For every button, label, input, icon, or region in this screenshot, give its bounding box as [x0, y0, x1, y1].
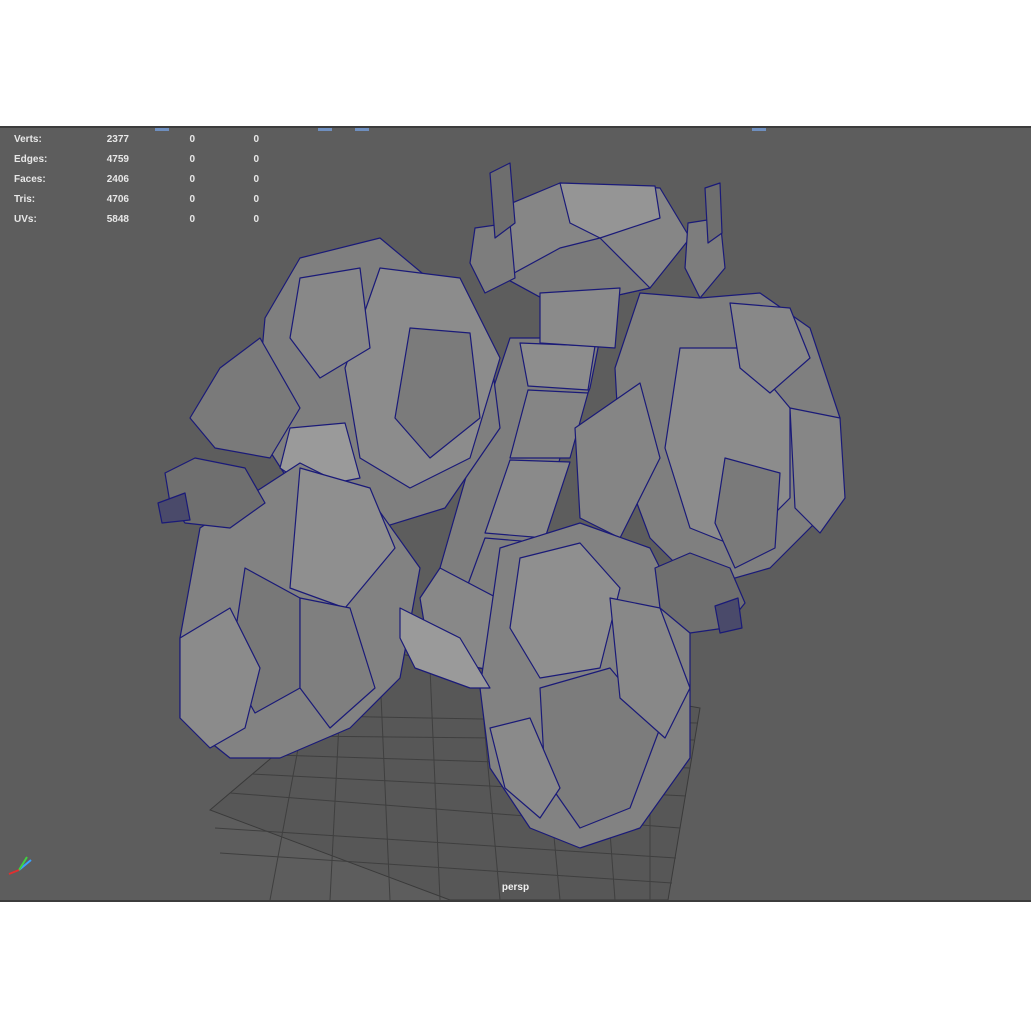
scene-canvas[interactable]	[0, 128, 1031, 902]
hud-value: 5848	[106, 214, 129, 225]
camera-name-label: persp	[501, 882, 530, 893]
hud-row-uvs: UVs: 5848 0 0	[14, 214, 274, 234]
hud-value: 0	[253, 134, 259, 145]
perspective-viewport[interactable]: Verts: 2377 0 0 Edges: 4759 0 0 Faces: 2…	[0, 126, 1031, 902]
hud-label: UVs:	[14, 214, 37, 225]
hud-value: 2377	[106, 134, 129, 145]
hud-value: 0	[189, 134, 195, 145]
axis-gizmo-icon	[8, 856, 32, 875]
hud-value: 0	[189, 174, 195, 185]
hud-value: 0	[253, 174, 259, 185]
hud-value: 0	[189, 194, 195, 205]
poly-count-hud: Verts: 2377 0 0 Edges: 4759 0 0 Faces: 2…	[14, 134, 274, 234]
hud-value: 0	[189, 214, 195, 225]
hud-value: 0	[253, 194, 259, 205]
hud-label: Faces:	[14, 174, 46, 185]
hud-label: Tris:	[14, 194, 36, 205]
hud-row-tris: Tris: 4706 0 0	[14, 194, 274, 214]
hud-value: 2406	[106, 174, 129, 185]
hud-label: Verts:	[14, 134, 42, 145]
hud-row-faces: Faces: 2406 0 0	[14, 174, 274, 194]
hud-value: 4759	[106, 154, 129, 165]
hud-value: 0	[189, 154, 195, 165]
hud-value: 0	[253, 154, 259, 165]
hud-label: Edges:	[14, 154, 48, 165]
hud-row-edges: Edges: 4759 0 0	[14, 154, 274, 174]
hud-value: 0	[253, 214, 259, 225]
mech-model[interactable]	[157, 162, 846, 849]
hud-value: 4706	[106, 194, 129, 205]
hud-row-verts: Verts: 2377 0 0	[14, 134, 274, 154]
